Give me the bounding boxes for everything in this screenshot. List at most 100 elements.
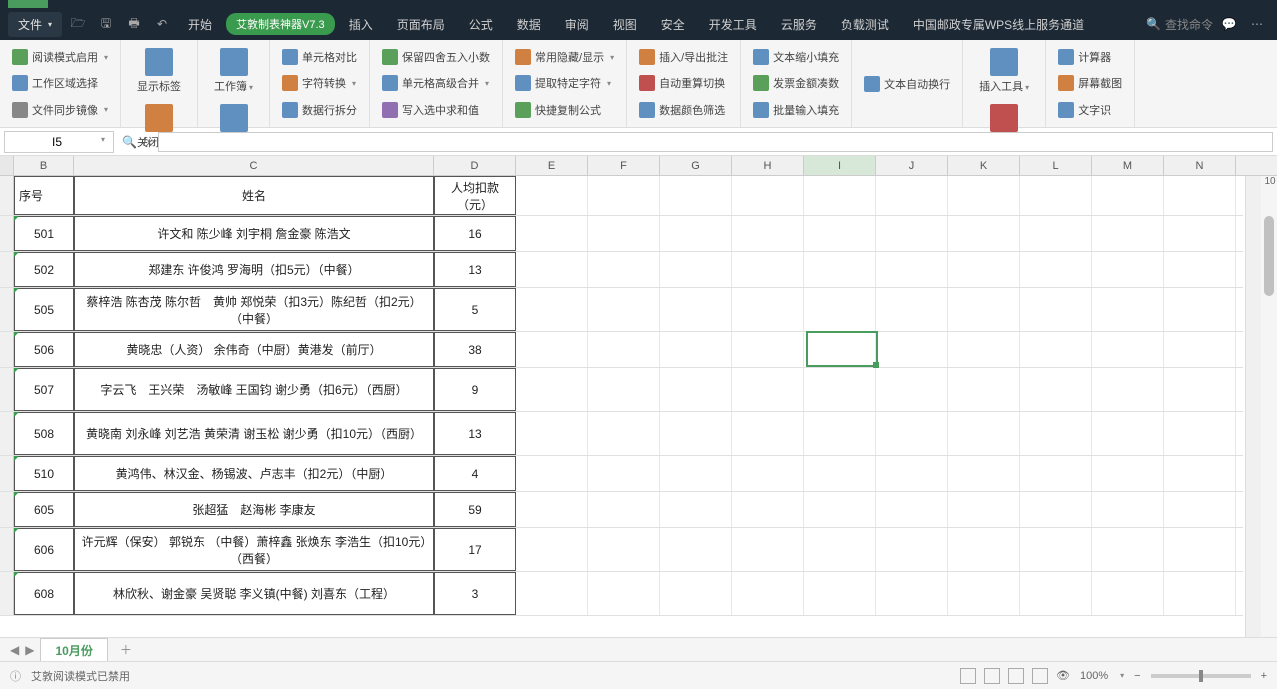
menu-insert[interactable]: 插入 [339, 12, 383, 37]
cell-seq[interactable]: 508 [14, 412, 74, 455]
add-sheet-button[interactable]: ＋ [112, 638, 140, 661]
round45[interactable]: 保留四舍五入小数 [378, 47, 494, 67]
zoom-level[interactable]: 100% [1080, 670, 1108, 682]
cell-name[interactable]: 林欣秋、谢金豪 吴贤聪 李义镇(中餐) 刘喜东（工程） [74, 572, 434, 615]
view-normal-icon[interactable] [960, 668, 976, 684]
menu-view[interactable]: 视图 [603, 12, 647, 37]
menu-post[interactable]: 中国邮政专属WPS线上服务通道 [903, 12, 1094, 37]
calculator[interactable]: 计算器 [1054, 47, 1126, 67]
cell-name[interactable]: 黄晓南 刘永峰 刘艺浩 黄荣清 谢玉松 谢少勇（扣10元）（西厨） [74, 412, 434, 455]
cell-amount[interactable]: 5 [434, 288, 516, 331]
col-header-I[interactable]: I [804, 156, 876, 175]
cell-amount[interactable]: 17 [434, 528, 516, 571]
cell-reference[interactable]: I5 [4, 131, 114, 153]
zoom-out[interactable]: − [1134, 670, 1140, 682]
cell-seq[interactable]: 605 [14, 492, 74, 527]
extract-char[interactable]: 提取特定字符▾ [511, 73, 618, 93]
vertical-scrollbar[interactable] [1261, 176, 1277, 637]
print-icon[interactable]: 🖶 [122, 12, 146, 36]
menu-formula[interactable]: 公式 [459, 12, 503, 37]
col-header-K[interactable]: K [948, 156, 1020, 175]
cell-amount[interactable]: 13 [434, 412, 516, 455]
cell-amount[interactable]: 4 [434, 456, 516, 491]
zoom-icon[interactable]: 🔍 [122, 135, 137, 149]
cell-amount[interactable]: 16 [434, 216, 516, 251]
search-commands[interactable]: 🔍 查找命令 [1146, 16, 1213, 33]
more-icon[interactable]: ⋯ [1245, 12, 1269, 36]
row-split[interactable]: 数据行拆分 [278, 100, 361, 120]
row-header[interactable] [0, 492, 14, 527]
char-convert[interactable]: 字符转换▾ [278, 73, 361, 93]
cell-amount[interactable]: 9 [434, 368, 516, 411]
sheet-tab-active[interactable]: 10月份 [40, 638, 107, 662]
open-icon[interactable]: 🗁 [66, 12, 90, 36]
tab-nav[interactable]: ◀▶ [8, 643, 36, 657]
menu-data[interactable]: 数据 [507, 12, 551, 37]
color-filter[interactable]: 数据颜色筛选 [635, 100, 732, 120]
cell-seq[interactable]: 505 [14, 288, 74, 331]
col-header-G[interactable]: G [660, 156, 732, 175]
file-sync[interactable]: 文件同步镜像▾ [8, 100, 112, 120]
view-break-icon[interactable] [1008, 668, 1024, 684]
menu-dev[interactable]: 开发工具 [699, 12, 767, 37]
cell-amount[interactable]: 13 [434, 252, 516, 287]
auto-recalc[interactable]: 自动重算切换 [635, 73, 732, 93]
cell-name[interactable]: 郑建东 许俊鸿 罗海明（扣5元）（中餐） [74, 252, 434, 287]
col-header-F[interactable]: F [588, 156, 660, 175]
row-header[interactable] [0, 456, 14, 491]
file-menu[interactable]: 文件 [8, 12, 62, 37]
invoice[interactable]: 发票金额凑数 [749, 73, 843, 93]
view-reading-icon[interactable] [1032, 668, 1048, 684]
row-header[interactable] [0, 216, 14, 251]
cell-seq[interactable]: 608 [14, 572, 74, 615]
view-page-icon[interactable] [984, 668, 1000, 684]
menu-start[interactable]: 开始 [178, 12, 222, 37]
batch-input[interactable]: 批量输入填充 [749, 100, 843, 120]
cell-seq[interactable]: 501 [14, 216, 74, 251]
cell-name[interactable]: 黄鸿伟、林汉金、杨锡波、卢志丰（扣2元）（中厨） [74, 456, 434, 491]
cell-name[interactable]: 许元辉（保安） 郭锐东 （中餐）萧梓鑫 张焕东 李浩生（扣10元）（西餐） [74, 528, 434, 571]
advanced-merge[interactable]: 单元格高级合并▾ [378, 73, 494, 93]
cell-seq[interactable]: 510 [14, 456, 74, 491]
cell-name[interactable]: 字云飞 王兴荣 汤敏峰 王国钧 谢少勇（扣6元）（西厨） [74, 368, 434, 411]
col-header-D[interactable]: D [434, 156, 516, 175]
row-header[interactable] [0, 528, 14, 571]
col-header-M[interactable]: M [1092, 156, 1164, 175]
cell-amount[interactable]: 38 [434, 332, 516, 367]
eye-icon[interactable]: 👁 [1056, 669, 1070, 682]
select-all-corner[interactable] [0, 156, 14, 175]
cell-name[interactable]: 黄晓忠（人资） 余伟奇（中厨）黄港发（前厅） [74, 332, 434, 367]
import-export[interactable]: 插入/导出批注 [635, 47, 732, 67]
write-sum[interactable]: 写入选中求和值 [378, 100, 494, 120]
header-seq[interactable]: 序号 [14, 176, 74, 215]
menu-review[interactable]: 审阅 [555, 12, 599, 37]
row-header[interactable] [0, 176, 14, 215]
compress[interactable]: 文本缩小填充 [749, 47, 843, 67]
menu-security[interactable]: 安全 [651, 12, 695, 37]
minimap[interactable] [1245, 176, 1261, 637]
zoom-slider[interactable] [1151, 674, 1251, 678]
quick-copy[interactable]: 快捷复制公式 [511, 100, 618, 120]
save-icon[interactable]: 🖫 [94, 12, 118, 36]
screenshot[interactable]: 屏幕截图 [1054, 73, 1126, 93]
col-header-E[interactable]: E [516, 156, 588, 175]
insert-tools[interactable]: 插入工具▾ [971, 44, 1037, 98]
col-header-B[interactable]: B [14, 156, 74, 175]
chat-icon[interactable]: 💬 [1217, 12, 1241, 36]
workbook[interactable]: 工作簿▾ [206, 44, 261, 98]
cell-name[interactable]: 蔡梓浩 陈杏茂 陈尔哲 黄帅 郑悦荣（扣3元）陈纪哲（扣2元）（中餐） [74, 288, 434, 331]
cell-compare[interactable]: 单元格对比 [278, 47, 361, 67]
cell-name[interactable]: 许文和 陈少峰 刘宇桐 詹金豪 陈浩文 [74, 216, 434, 251]
row-header[interactable] [0, 332, 14, 367]
read-mode[interactable]: 阅读模式启用▾ [8, 47, 112, 67]
menu-cloud[interactable]: 云服务 [771, 12, 827, 37]
cell-seq[interactable]: 506 [14, 332, 74, 367]
ocr[interactable]: 文字识 [1054, 100, 1126, 120]
common-hide[interactable]: 常用隐藏/显示▾ [511, 47, 618, 67]
col-header-C[interactable]: C [74, 156, 434, 175]
cell-name[interactable]: 张超猛 赵海彬 李康友 [74, 492, 434, 527]
col-header-H[interactable]: H [732, 156, 804, 175]
menu-load[interactable]: 负载测试 [831, 12, 899, 37]
cell-seq[interactable]: 502 [14, 252, 74, 287]
formula-input[interactable] [158, 132, 1273, 152]
